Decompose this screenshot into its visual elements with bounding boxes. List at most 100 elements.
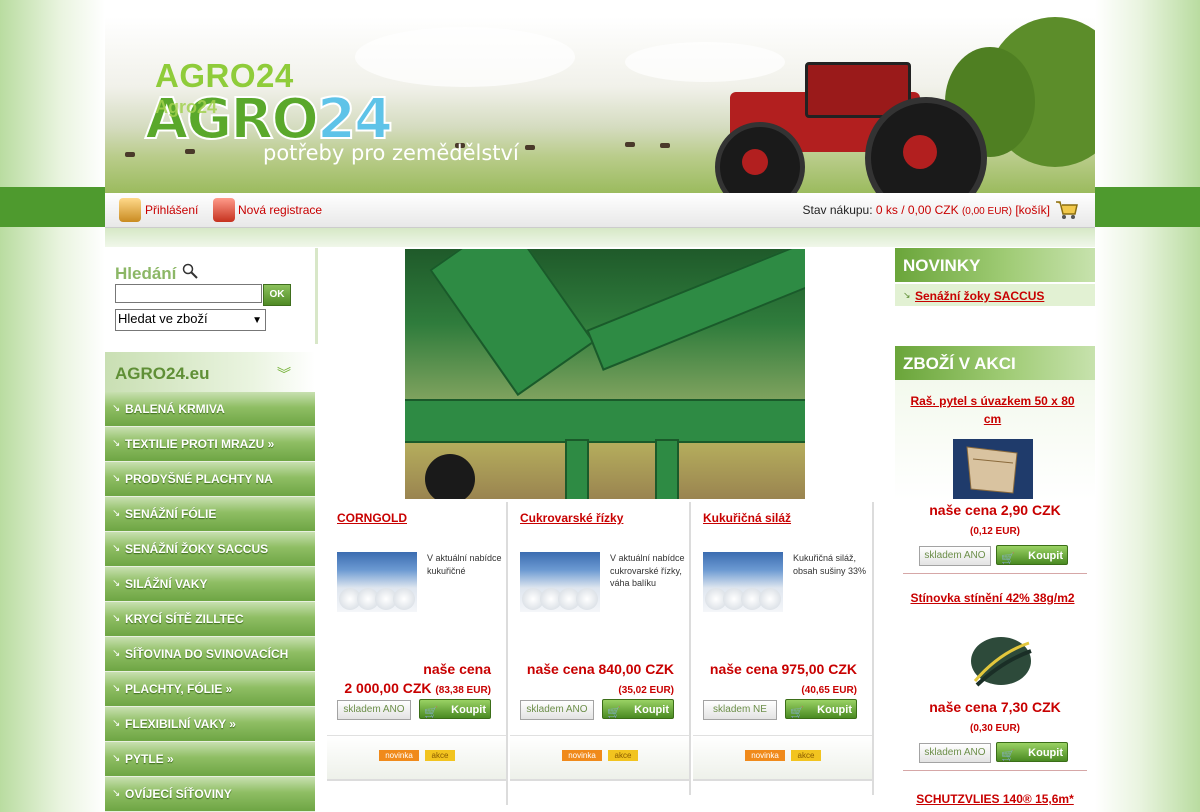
category-item[interactable]: ↘ PRODYŠNÉ PLACHTY NA <box>105 462 315 497</box>
category-item[interactable]: ↘ SÍŤOVINA DO SVINOVACÍCH <box>105 637 315 672</box>
machine-leg <box>565 439 589 499</box>
category-item[interactable]: ↘ PLACHTY, FÓLIE » <box>105 672 315 707</box>
category-item[interactable]: ↘ BALENÁ KRMIVA <box>105 392 315 427</box>
tag-new[interactable]: novinka <box>562 750 602 761</box>
category-label: PYTLE » <box>125 752 174 766</box>
cart-icon: 🛒 <box>607 707 621 719</box>
machine-beam <box>429 249 595 397</box>
search-submit-button[interactable]: OK <box>263 284 291 306</box>
category-item[interactable]: ↘ PYTLE » <box>105 742 315 777</box>
product-tags: novinka akce <box>693 735 872 781</box>
stock-badge: skladem ANO <box>520 700 594 720</box>
arrow-icon: ↘ <box>112 683 121 694</box>
sale-item-title[interactable]: SCHUTZVLIES 140® 15,6m* <box>900 790 1090 808</box>
product-image[interactable] <box>520 552 600 612</box>
bale-shape <box>393 588 415 610</box>
sale-item-price: naše cena 7,30 CZK <box>929 699 1061 715</box>
arrow-icon: ↘ <box>112 613 121 624</box>
category-item[interactable]: ↘ FLEXIBILNÍ VAKY » <box>105 707 315 742</box>
buy-button[interactable]: 🛒 Koupit <box>419 699 491 719</box>
search-title: Hledání <box>115 264 177 283</box>
chevron-down-icon: ▼ <box>252 315 262 326</box>
buy-button[interactable]: 🛒 Koupit <box>996 545 1068 565</box>
category-label: PLACHTY, FÓLIE » <box>125 682 233 696</box>
search-scope-select[interactable]: Hledat ve zboží ▼ <box>115 309 266 331</box>
product-title[interactable]: Cukrovarské řízky <box>520 511 623 525</box>
category-label: SENÁŽNÍ FÓLIE <box>125 507 217 521</box>
arrow-icon: ↘ <box>112 578 121 589</box>
tag-new[interactable]: novinka <box>745 750 785 761</box>
category-item[interactable]: ↘ SILÁŽNÍ VAKY <box>105 567 315 602</box>
machine-beam <box>586 249 805 371</box>
machine-leg <box>655 439 679 499</box>
user-add-icon[interactable] <box>213 198 235 222</box>
stock-badge: skladem ANO <box>919 546 991 566</box>
category-label: TEXTILIE PROTI MRAZU » <box>125 437 275 451</box>
cloud-decoration <box>625 42 785 82</box>
shopping-cart-icon[interactable] <box>1055 199 1079 221</box>
sale-item-eur: (0,30 EUR) <box>969 723 1020 734</box>
sale-item-title[interactable]: Raš. pytel s úvazkem 50 x 80 cm <box>910 392 1075 428</box>
cow-decoration <box>125 152 135 157</box>
cart-icon: 🛒 <box>424 707 438 719</box>
tractor-front-hub <box>742 149 768 175</box>
sale-item-title[interactable]: Stínovka stínění 42% 38g/m2 <box>910 589 1075 607</box>
category-item[interactable]: ↘ KRYCÍ SÍTĚ ZILLTEC <box>105 602 315 637</box>
tag-sale[interactable]: akce <box>791 750 821 761</box>
product-description: V aktuální nabídce cukrovarské řízky, vá… <box>610 553 685 588</box>
site-title: AGRO24 <box>155 57 294 94</box>
cow-decoration <box>525 145 535 150</box>
tag-new[interactable]: novinka <box>379 750 419 761</box>
cloud-decoration <box>355 27 575 87</box>
buy-label: Koupit <box>451 704 486 716</box>
arrow-icon: ↘ <box>903 290 911 300</box>
buy-label: Koupit <box>634 704 669 716</box>
site-title-shadow: Agro24 <box>155 97 218 117</box>
register-link[interactable]: Nová registrace <box>238 203 322 217</box>
product-image[interactable] <box>337 552 417 612</box>
category-item[interactable]: ↘ SENÁŽNÍ FÓLIE <box>105 497 315 532</box>
shade-net-image[interactable] <box>953 633 1033 693</box>
lock-icon[interactable] <box>119 198 141 222</box>
arrow-icon: ↘ <box>112 438 121 449</box>
login-link[interactable]: Přihlášení <box>145 203 198 217</box>
cart-label: Stav nákupu: <box>802 203 873 217</box>
categories-title: AGRO24.eu <box>115 364 210 383</box>
buy-label: Koupit <box>1028 747 1063 759</box>
tag-sale[interactable]: akce <box>425 750 455 761</box>
buy-button[interactable]: 🛒 Koupit <box>996 742 1068 762</box>
product-price: naše cena 840,00 CZK (35,02 EUR) <box>510 660 674 700</box>
news-title: NOVINKY <box>903 256 981 275</box>
cow-decoration <box>625 142 635 147</box>
category-item[interactable]: ↘ OVÍJECÍ SÍŤOVINY <box>105 777 315 812</box>
buy-button[interactable]: 🛒 Koupit <box>602 699 674 719</box>
price-eur: (35,02 EUR) <box>618 685 674 696</box>
bale-shape <box>576 588 598 610</box>
tag-sale[interactable]: akce <box>608 750 638 761</box>
arrow-icon: ↘ <box>112 508 121 519</box>
sale-item-price: naše cena 2,90 CZK <box>929 502 1061 518</box>
cart-link[interactable]: [košík] <box>1015 203 1050 217</box>
chevron-down-icon: ︾ <box>277 366 291 382</box>
product-title[interactable]: CORNGOLD <box>337 511 407 525</box>
category-item[interactable]: ↘ TEXTILIE PROTI MRAZU » <box>105 427 315 462</box>
stock-badge: skladem NE <box>703 700 777 720</box>
news-item[interactable]: ↘ Senážní žoky SACCUS <box>895 284 1095 306</box>
cart-status: Stav nákupu: 0 ks / 0,00 CZK (0,00 EUR) … <box>803 203 1051 217</box>
product-card: Kukuřičná siláž Kukuřičná siláž, obsah s… <box>693 502 874 795</box>
category-item[interactable]: ↘ SENÁŽNÍ ŽOKY SACCUS <box>105 532 315 567</box>
promo-banner[interactable] <box>405 249 805 499</box>
price-value: 840,00 CZK <box>598 661 674 677</box>
category-label: FLEXIBILNÍ VAKY » <box>125 717 236 731</box>
arrow-icon: ↘ <box>112 788 121 799</box>
product-image[interactable] <box>703 552 783 612</box>
search-input[interactable] <box>115 284 262 303</box>
sack-image[interactable] <box>953 439 1033 499</box>
product-title[interactable]: Kukuřičná siláž <box>703 511 791 525</box>
divider <box>903 770 1087 771</box>
cart-icon: 🛒 <box>1001 553 1015 565</box>
product-card: Cukrovarské řízky V aktuální nabídce cuk… <box>510 502 691 795</box>
search-scope-value: Hledat ve zboží <box>118 311 208 326</box>
buy-button[interactable]: 🛒 Koupit <box>785 699 857 719</box>
category-label: PRODYŠNÉ PLACHTY NA <box>125 472 273 486</box>
